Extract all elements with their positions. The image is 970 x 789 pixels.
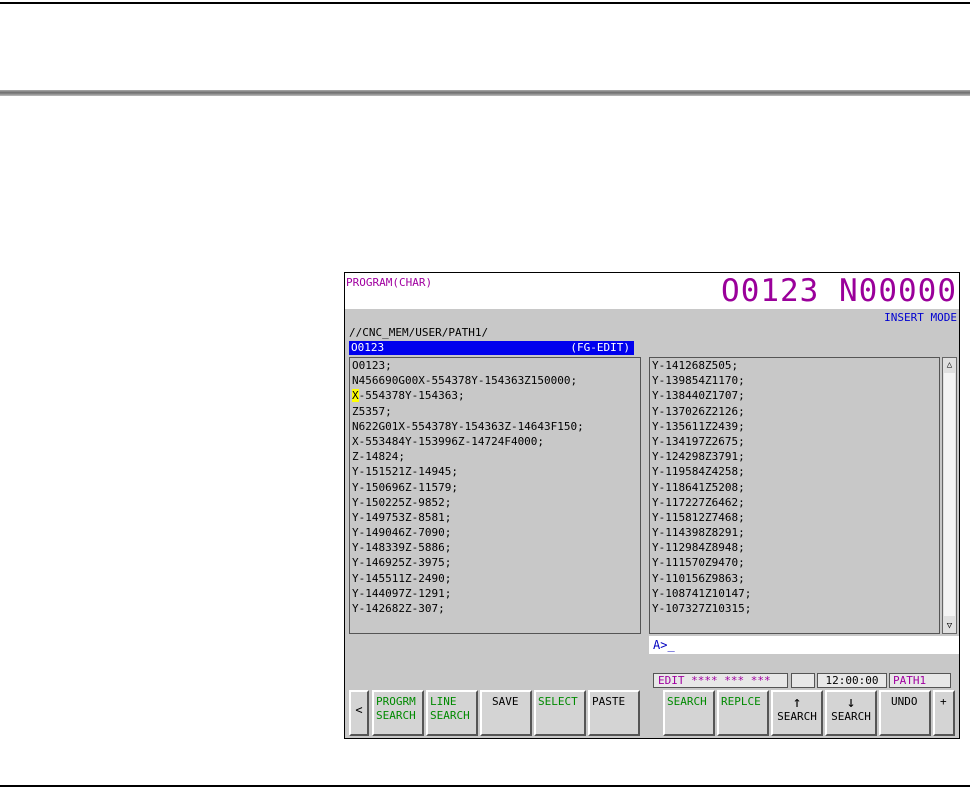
softkey-select-button[interactable]: SELECT [534,690,586,736]
program-line: Y-110156Z9863; [652,571,745,585]
program-text-right[interactable]: Y-141268Z505; Y-139854Z1170; Y-138440Z17… [649,357,940,634]
program-line: Y-149753Z-8581; [352,510,452,524]
bottom-rule [0,785,970,787]
key-input-buffer[interactable]: A>_ [649,636,959,654]
softkey-replace-button[interactable]: REPLCE [717,690,769,736]
softkey-prev-button[interactable]: < [349,690,369,736]
program-line: Y-134197Z2675; [652,434,745,448]
program-line: N622G01X-554378Y-154363Z-14643F150; [352,419,584,433]
scroll-track[interactable] [944,373,955,616]
program-line: Y-138440Z1707; [652,389,745,403]
arrow-down-icon: ↓ [846,693,856,711]
softkey-line-search-button[interactable]: LINE SEARCH [426,690,478,736]
insert-mode-indicator: INSERT MODE [884,311,957,324]
program-line: Y-137026Z2126; [652,404,745,418]
edit-mode-label: (FG-EDIT) [570,341,630,354]
program-line: Y-107327Z10315; [652,602,752,615]
scroll-up-icon[interactable]: △ [944,359,955,371]
softkey-search-down-button[interactable]: ↓ SEARCH [825,690,877,736]
file-path: //CNC_MEM/USER/PATH1/ [349,326,489,339]
softkey-search-button[interactable]: SEARCH [663,690,715,736]
cnc-screen: PROGRAM(CHAR) O0123 N00000 INSERT MODE /… [344,272,960,739]
softkey-label: REPLCE [721,695,761,708]
header-bar [0,90,970,96]
program-line: Y-141268Z505; [652,359,739,372]
program-line: Y-142682Z-307; [352,602,445,615]
status-path: PATH1 [889,673,951,688]
program-line: Y-124298Z3791; [652,450,745,464]
softkey-label: SEARCH [667,695,707,708]
softkey-label: SEARCH [376,709,416,722]
program-line: Y-115812Z7468; [652,510,745,524]
cursor-line-rest: -554378Y-154363; [358,389,465,403]
program-line: Y-144097Z-1291; [352,586,452,600]
screen-title: PROGRAM(CHAR) [346,276,433,289]
program-line: O0123; [352,359,392,372]
title-bar: PROGRAM(CHAR) O0123 N00000 [345,273,959,309]
vertical-scrollbar[interactable]: △ ▽ [942,357,957,634]
program-line: Y-145511Z-2490; [352,571,452,585]
softkey-label: SEARCH [777,710,817,723]
softkey-label: SELECT [538,695,578,708]
program-line: Y-108741Z10147; [652,586,752,600]
program-line: Y-139854Z1170; [652,374,745,388]
softkey-program-search-button[interactable]: PROGRM SEARCH [372,690,424,736]
program-line: N456690G00X-554378Y-154363Z150000; [352,374,578,388]
program-line: Y-111570Z9470; [652,556,745,570]
program-line: X-553484Y-153996Z-14724F4000; [352,434,545,448]
program-number: O0123 N00000 [721,273,957,309]
softkey-label: LINE [430,695,457,708]
program-line: Y-119584Z4258; [652,465,745,479]
program-name-bar: O0123 (FG-EDIT) [349,341,634,355]
softkey-label: PROGRM [376,695,416,708]
softkey-label: SAVE [492,695,519,708]
program-line: Y-114398Z8291; [652,526,745,540]
program-line: Y-117227Z6462; [652,495,745,509]
program-line: Y-135611Z2439; [652,419,745,433]
softkey-save-button[interactable]: SAVE [480,690,532,736]
program-text-left[interactable]: O0123; N456690G00X-554378Y-154363Z150000… [349,357,641,634]
softkey-search-up-button[interactable]: ↑ SEARCH [771,690,823,736]
softkey-label: SEARCH [430,709,470,722]
program-name: O0123 [351,341,385,354]
scroll-down-icon[interactable]: ▽ [944,620,955,632]
program-line: Y-148339Z-5886; [352,541,452,555]
softkey-label: + [940,695,947,708]
program-line: Y-149046Z-7090; [352,526,452,540]
status-blank [791,673,815,688]
softkey-label: PASTE [592,695,626,708]
status-mode: EDIT **** *** *** [653,673,788,688]
program-line: Z5357; [352,404,392,418]
program-line: Y-112984Z8948; [652,541,745,555]
softkey-label: UNDO [891,695,918,708]
softkey-undo-button[interactable]: UNDO [879,690,931,736]
program-line-cursor: X-554378Y-154363; [350,388,640,403]
program-line: Y-146925Z-3975; [352,556,452,570]
softkey-bar: < PROGRM SEARCH LINE SEARCH SAVE SELECT … [345,690,959,738]
top-rule [0,2,970,4]
program-line: Y-151521Z-14945; [352,465,458,479]
program-line: Y-118641Z5208; [652,480,745,494]
program-line: Z-14824; [352,450,405,464]
program-line: Y-150696Z-11579; [352,480,458,494]
program-line: Y-150225Z-9852; [352,495,452,509]
status-time: 12:00:00 [817,673,887,688]
cursor: X [352,389,359,403]
softkey-paste-button[interactable]: PASTE [588,690,640,736]
arrow-up-icon: ↑ [792,693,802,711]
softkey-next-button[interactable]: + [933,690,955,736]
softkey-label: SEARCH [831,710,871,723]
